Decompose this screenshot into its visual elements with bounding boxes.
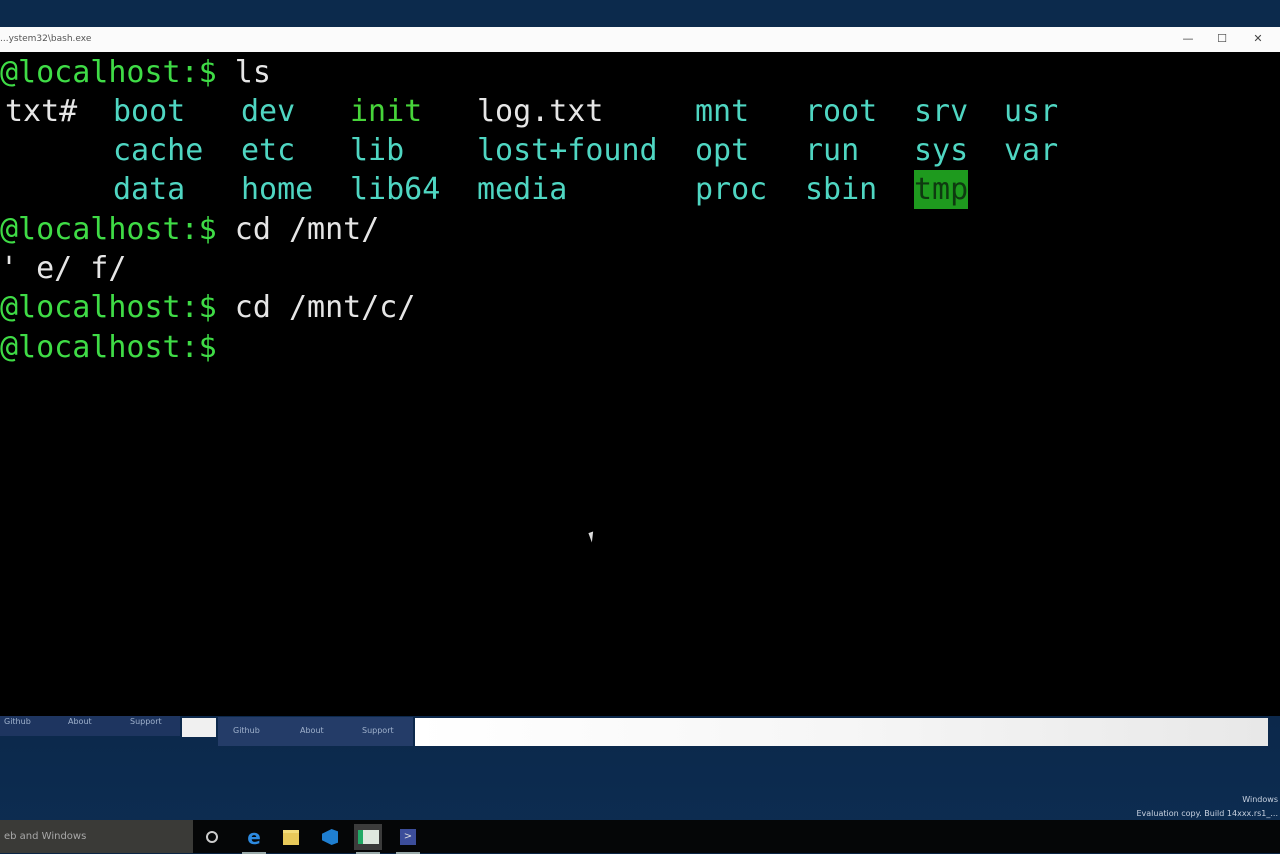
link-github[interactable]: Github bbox=[4, 717, 31, 726]
command: ls bbox=[216, 55, 271, 90]
link-about[interactable]: About bbox=[300, 726, 324, 735]
bash-icon[interactable] bbox=[354, 824, 382, 854]
window-title: ...ystem32\bash.exe bbox=[0, 34, 92, 44]
window-titlebar[interactable]: ...ystem32\bash.exe — ☐ ✕ bbox=[0, 27, 1280, 52]
ls-entry: log.txt bbox=[477, 94, 604, 129]
prompt: @localhost:$ bbox=[0, 212, 217, 247]
ls-entry: proc bbox=[695, 172, 768, 207]
completion-output: ' e/ f/ bbox=[0, 251, 127, 286]
ls-entry: dev bbox=[241, 94, 296, 129]
link-about[interactable]: About bbox=[68, 717, 92, 726]
ls-entry: txt# bbox=[5, 94, 78, 129]
background-input[interactable] bbox=[182, 718, 216, 737]
command: cd /mnt/ bbox=[216, 212, 380, 247]
ls-entry: cache bbox=[113, 133, 204, 168]
ls-entry: lost+found bbox=[477, 133, 658, 168]
ls-entry: sbin bbox=[805, 172, 878, 207]
file-explorer-icon[interactable] bbox=[277, 824, 305, 850]
prompt-line: @localhost:$ cd /mnt/ bbox=[0, 210, 379, 249]
background-nav-right: Github About Support bbox=[218, 717, 413, 746]
ls-entry: init bbox=[350, 94, 423, 129]
ls-entry: boot bbox=[113, 94, 186, 129]
prompt-line: @localhost:$ ls bbox=[0, 53, 271, 92]
ls-entry: mnt bbox=[695, 94, 750, 129]
command: cd /mnt/c/ bbox=[216, 290, 416, 325]
ls-entry: etc bbox=[241, 133, 296, 168]
close-button[interactable]: ✕ bbox=[1244, 30, 1272, 48]
link-github[interactable]: Github bbox=[233, 726, 260, 735]
visual-studio-icon[interactable] bbox=[316, 824, 344, 850]
taskbar: eb and Windows e > bbox=[0, 820, 1280, 854]
minimize-button[interactable]: — bbox=[1174, 30, 1202, 48]
ls-entry: tmp bbox=[914, 170, 969, 209]
ls-entry: media bbox=[477, 172, 568, 207]
terminal[interactable]: @localhost:$ ls txt# boot dev init log.txt mn… bbox=[0, 52, 1280, 716]
ls-entry: opt bbox=[695, 133, 750, 168]
link-support[interactable]: Support bbox=[362, 726, 394, 735]
background-search-bar[interactable] bbox=[415, 718, 1268, 746]
ls-entry: sys bbox=[914, 133, 969, 168]
prompt: @localhost:$ bbox=[0, 290, 217, 325]
cortana-icon[interactable] bbox=[198, 824, 226, 850]
prompt-line: @localhost:$ bbox=[0, 328, 217, 367]
maximize-button[interactable]: ☐ bbox=[1208, 30, 1236, 48]
ls-entry: home bbox=[241, 172, 314, 207]
ls-entry: data bbox=[113, 172, 186, 207]
ls-entry: run bbox=[805, 133, 860, 168]
prompt: @localhost:$ bbox=[0, 55, 217, 90]
taskbar-search[interactable]: eb and Windows bbox=[0, 820, 193, 853]
prompt: @localhost:$ bbox=[0, 330, 217, 365]
mouse-pointer-icon bbox=[588, 531, 597, 543]
prompt-line: @localhost:$ cd /mnt/c/ bbox=[0, 288, 415, 327]
ls-entry: srv bbox=[914, 94, 969, 129]
edge-icon[interactable]: e bbox=[240, 824, 268, 854]
ls-entry: usr bbox=[1004, 94, 1059, 129]
ls-entry: lib bbox=[350, 133, 405, 168]
ls-entry: root bbox=[805, 94, 878, 129]
watermark-edition: Windows bbox=[1242, 795, 1278, 804]
link-support[interactable]: Support bbox=[130, 717, 162, 726]
terminal-icon[interactable]: > bbox=[394, 824, 422, 854]
background-nav-left: Github About Support bbox=[0, 716, 180, 736]
watermark-build: Evaluation copy. Build 14xxx.rs1_... bbox=[1136, 809, 1278, 818]
ls-entry: var bbox=[1004, 133, 1059, 168]
ls-entry: lib64 bbox=[350, 172, 441, 207]
